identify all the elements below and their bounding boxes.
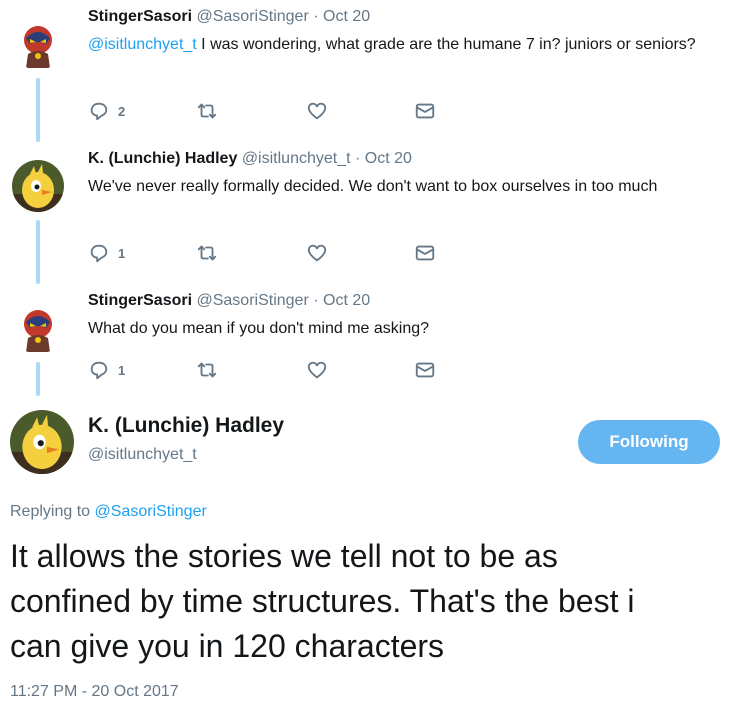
reply-button[interactable]: 1 <box>88 241 125 265</box>
reply-tweet-3[interactable]: StingerSasori @SasoriStinger · Oct 20 Wh… <box>0 284 736 396</box>
envelope-icon <box>414 100 436 122</box>
retweet-button[interactable] <box>196 241 218 265</box>
tweet-time[interactable]: Oct 20 <box>365 150 412 167</box>
main-tweet-line: It allows the stories we tell not to be … <box>10 538 558 574</box>
mention-link[interactable]: @isitlunchyet_t <box>88 36 197 53</box>
author-handle[interactable]: @SasoriStinger <box>196 8 308 25</box>
tweet-time[interactable]: Oct 20 <box>323 292 370 309</box>
tweet-time[interactable]: Oct 20 <box>323 8 370 25</box>
separator-dot: · <box>313 292 319 309</box>
reply-button[interactable]: 2 <box>88 99 125 123</box>
replying-prefix: Replying to <box>10 503 95 520</box>
tweet-text: What do you mean if you don't mind me as… <box>88 320 430 337</box>
tweet-actions: 2 <box>88 99 448 123</box>
message-button[interactable] <box>414 358 436 382</box>
avatar-masked-hero[interactable] <box>12 302 64 354</box>
tweet-actions: 1 <box>88 241 448 265</box>
heart-icon <box>306 242 328 264</box>
avatar-yellow-bird[interactable] <box>12 160 64 212</box>
main-tweet-line: can give you in 120 characters <box>10 628 445 664</box>
reply-icon <box>88 359 110 381</box>
author-name[interactable]: StingerSasori <box>88 292 192 309</box>
author-handle[interactable]: @isitlunchyet_t <box>242 150 351 167</box>
reply-icon <box>88 100 110 122</box>
main-author-avatar[interactable] <box>10 410 74 474</box>
main-author-handle[interactable]: @isitlunchyet_t <box>88 444 197 466</box>
message-button[interactable] <box>414 241 436 265</box>
message-button[interactable] <box>414 99 436 123</box>
envelope-icon <box>414 359 436 381</box>
replying-mention-link[interactable]: @SasoriStinger <box>95 503 207 520</box>
like-button[interactable] <box>306 358 328 382</box>
author-handle[interactable]: @SasoriStinger <box>196 292 308 309</box>
main-tweet-timestamp[interactable]: 11:27 PM - 20 Oct 2017 <box>10 682 179 702</box>
heart-icon <box>306 359 328 381</box>
replying-to: Replying to @SasoriStinger <box>10 501 207 523</box>
reply-button[interactable]: 1 <box>88 358 125 382</box>
avatar-masked-hero[interactable] <box>12 18 64 70</box>
retweet-icon <box>196 100 218 122</box>
author-name[interactable]: K. (Lunchie) Hadley <box>88 150 237 167</box>
following-button[interactable]: Following <box>578 420 720 464</box>
reply-tweet-2[interactable]: K. (Lunchie) Hadley @isitlunchyet_t · Oc… <box>0 142 736 284</box>
tweet-body: I was wondering, what grade are the huma… <box>196 36 696 53</box>
like-button[interactable] <box>306 241 328 265</box>
reply-count: 2 <box>118 103 126 119</box>
main-author-name[interactable]: K. (Lunchie) Hadley <box>88 412 284 440</box>
retweet-button[interactable] <box>196 99 218 123</box>
separator-dot: · <box>313 8 319 25</box>
tweet-actions: 1 <box>88 358 448 382</box>
reply-count: 1 <box>118 362 126 378</box>
envelope-icon <box>414 242 436 264</box>
retweet-icon <box>196 242 218 264</box>
author-name[interactable]: StingerSasori <box>88 8 192 25</box>
reply-tweet-1[interactable]: StingerSasori @SasoriStinger · Oct 20 @i… <box>0 0 736 142</box>
tweet-text: We've never really formally decided. We … <box>88 178 658 195</box>
heart-icon <box>306 100 328 122</box>
separator-dot: · <box>355 150 361 167</box>
main-tweet-text: It allows the stories we tell not to be … <box>10 534 736 669</box>
reply-icon <box>88 242 110 264</box>
like-button[interactable] <box>306 99 328 123</box>
retweet-button[interactable] <box>196 358 218 382</box>
tweet-text: @isitlunchyet_t I was wondering, what gr… <box>88 32 728 57</box>
reply-count: 1 <box>118 245 126 261</box>
main-tweet-line: confined by time structures. That's the … <box>10 583 635 619</box>
retweet-icon <box>196 359 218 381</box>
